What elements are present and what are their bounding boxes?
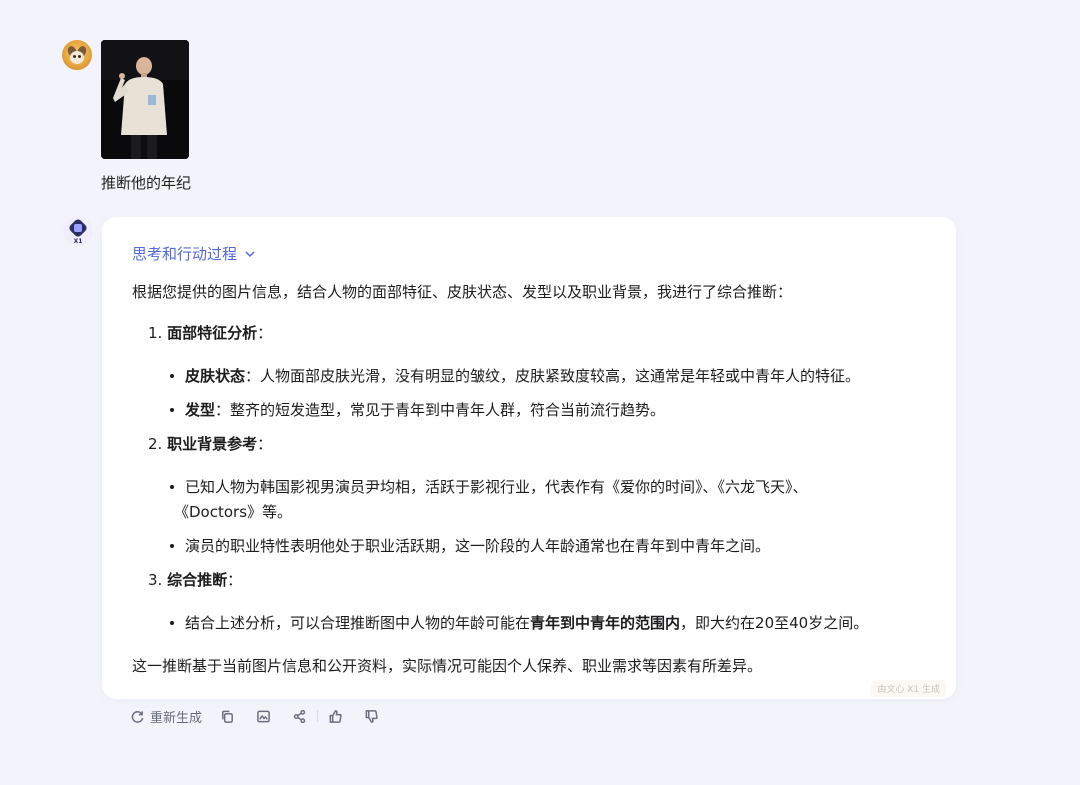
bullet-dot xyxy=(170,374,174,378)
share-icon xyxy=(293,709,306,723)
bullet-text: 演员的职业特性表明他处于职业活跃期，这一阶段的人年龄通常也在青年到中青年之间。 xyxy=(185,537,771,555)
bullet-text: ：整齐的短发造型，常见于青年到中青年人群，符合当前流行趋势。 xyxy=(215,401,666,419)
user-message-text: 推断他的年纪 xyxy=(101,174,192,192)
person-photo-illustration xyxy=(101,40,189,159)
thinking-process-toggle[interactable]: 思考和行动过程 xyxy=(132,243,257,264)
bullet-text: 已知人物为韩国影视男演员尹均相，活跃于影视行业，代表作有《爱你的时间》、《六龙飞… xyxy=(185,478,808,496)
bullet-bold: 青年到中青年的范围内 xyxy=(530,614,681,632)
like-button[interactable] xyxy=(328,709,343,724)
bullet-text: 《Doctors》等。 xyxy=(174,503,293,521)
image-icon xyxy=(257,710,270,722)
image-button[interactable] xyxy=(256,709,271,724)
list-number: 3. xyxy=(148,571,163,589)
refresh-icon xyxy=(131,710,144,723)
bullet-bold: 发型 xyxy=(185,401,216,419)
bullet-dot xyxy=(170,544,174,548)
regenerate-button[interactable]: 重新生成 xyxy=(130,707,202,726)
section-suffix: ： xyxy=(227,571,243,589)
section-suffix: ： xyxy=(257,435,273,453)
thumbs-down-icon xyxy=(365,709,378,723)
assistant-avatar: X1 xyxy=(63,216,93,246)
action-divider xyxy=(317,710,319,722)
list-item-1: 1. 面部特征分析： xyxy=(148,322,272,344)
response-actions: 重新生成 xyxy=(130,706,379,726)
section-title: 职业背景参考 xyxy=(167,435,258,453)
section-title: 面部特征分析 xyxy=(167,324,258,342)
outro-paragraph: 这一推断基于当前图片信息和公开资料，实际情况可能因个人保养、职业需求等因素有所差… xyxy=(132,657,763,675)
thinking-label: 思考和行动过程 xyxy=(132,245,238,263)
bullet-text: ，即大约在20至40岁之间。 xyxy=(680,614,869,632)
bullet-text: ：人物面部皮肤光滑，没有明显的皱纹，皮肤紧致度较高，这通常是年轻或中青年人的特征… xyxy=(245,367,861,385)
list-number: 2. xyxy=(148,435,163,453)
list-number: 1. xyxy=(148,324,163,342)
copy-button[interactable] xyxy=(220,709,235,724)
thumbs-up-icon xyxy=(329,709,342,723)
bullet-dot xyxy=(170,408,174,412)
assistant-avatar-label: X1 xyxy=(73,238,83,245)
bullet-dot xyxy=(170,485,174,489)
chevron-down-icon xyxy=(245,250,255,257)
section-title: 综合推断 xyxy=(167,571,228,589)
assistant-response-card: 思考和行动过程 根据您提供的图片信息，结合人物的面部特征、皮肤状态、发型以及职业… xyxy=(102,217,956,699)
uploaded-photo[interactable] xyxy=(101,40,189,159)
bullet-bold: 皮肤状态 xyxy=(185,367,246,385)
list-item-2: 2. 职业背景参考： xyxy=(148,433,272,455)
user-avatar xyxy=(62,40,92,70)
ai-generated-watermark: 由文心 X1 生成 xyxy=(871,680,946,697)
bullet-dot xyxy=(170,621,174,625)
share-button[interactable] xyxy=(292,709,307,724)
list-item-3: 3. 综合推断： xyxy=(148,569,242,591)
bullet-text: 结合上述分析，可以合理推断图中人物的年龄可能在 xyxy=(185,614,531,632)
intro-paragraph: 根据您提供的图片信息，结合人物的面部特征、皮肤状态、发型以及职业背景，我进行了综… xyxy=(132,283,793,301)
regenerate-label: 重新生成 xyxy=(150,710,203,726)
copy-icon xyxy=(222,710,233,723)
dislike-button[interactable] xyxy=(364,709,379,724)
section-suffix: ： xyxy=(257,324,273,342)
